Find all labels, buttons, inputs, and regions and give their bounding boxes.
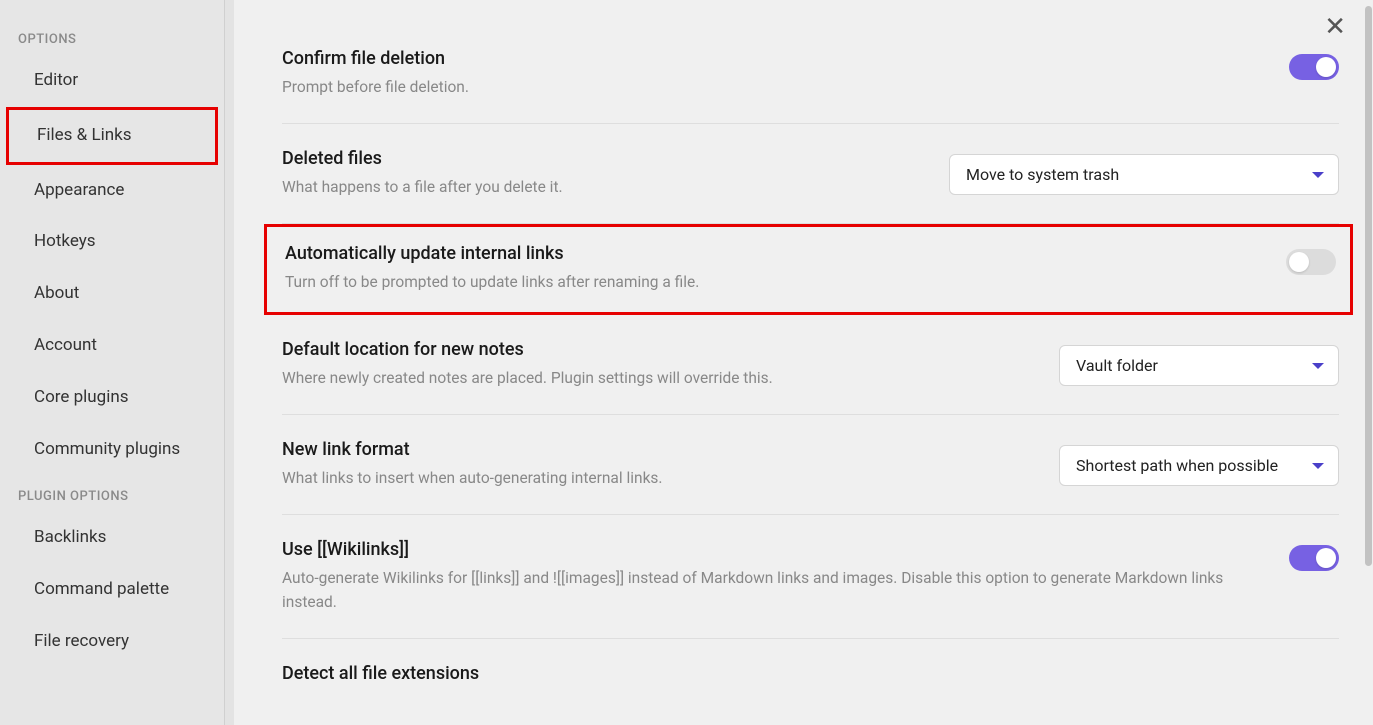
sidebar-item-backlinks[interactable]: Backlinks xyxy=(6,512,218,564)
setting-desc: Auto-generate Wikilinks for [[links]] an… xyxy=(282,566,1269,614)
setting-new-link-format: New link format What links to insert whe… xyxy=(282,415,1339,515)
sidebar-item-appearance[interactable]: Appearance xyxy=(6,165,218,217)
sidebar-section-options: OPTIONS xyxy=(0,18,224,55)
sidebar-item-file-recovery[interactable]: File recovery xyxy=(6,616,218,668)
setting-confirm-delete: Confirm file deletion Prompt before file… xyxy=(282,0,1339,124)
setting-title: Deleted files xyxy=(282,148,929,169)
dropdown-default-location[interactable]: Vault folder xyxy=(1059,345,1339,386)
sidebar-item-account[interactable]: Account xyxy=(6,320,218,372)
setting-title: Automatically update internal links xyxy=(285,243,1266,264)
chevron-down-icon xyxy=(1312,172,1324,178)
setting-desc: What happens to a file after you delete … xyxy=(282,175,929,199)
dropdown-new-link-format[interactable]: Shortest path when possible xyxy=(1059,445,1339,486)
sidebar-item-core-plugins[interactable]: Core plugins xyxy=(6,372,218,424)
sidebar-divider xyxy=(225,0,234,725)
setting-title: New link format xyxy=(282,439,1039,460)
toggle-auto-update-links[interactable] xyxy=(1286,249,1336,275)
setting-desc: Where newly created notes are placed. Pl… xyxy=(282,366,1039,390)
toggle-confirm-delete[interactable] xyxy=(1289,54,1339,80)
settings-content: ✕ Confirm file deletion Prompt before fi… xyxy=(234,0,1364,725)
sidebar-item-files-links[interactable]: Files & Links xyxy=(6,107,218,165)
setting-title: Use [[Wikilinks]] xyxy=(282,539,1269,560)
dropdown-value: Vault folder xyxy=(1076,356,1158,375)
close-icon[interactable]: ✕ xyxy=(1324,14,1346,40)
sidebar-item-hotkeys[interactable]: Hotkeys xyxy=(6,216,218,268)
sidebar-item-about[interactable]: About xyxy=(6,268,218,320)
toggle-use-wikilinks[interactable] xyxy=(1289,545,1339,571)
sidebar: OPTIONS Editor Files & Links Appearance … xyxy=(0,0,225,725)
setting-title: Confirm file deletion xyxy=(282,48,1269,69)
setting-desc: What links to insert when auto-generatin… xyxy=(282,466,1039,490)
sidebar-section-plugin-options: PLUGIN OPTIONS xyxy=(0,475,224,512)
setting-default-location: Default location for new notes Where new… xyxy=(282,315,1339,415)
sidebar-item-editor[interactable]: Editor xyxy=(6,55,218,107)
sidebar-item-community-plugins[interactable]: Community plugins xyxy=(6,424,218,476)
setting-desc: Prompt before file deletion. xyxy=(282,75,1269,99)
chevron-down-icon xyxy=(1312,363,1324,369)
setting-auto-update-links: Automatically update internal links Turn… xyxy=(264,224,1353,315)
scrollbar[interactable] xyxy=(1364,0,1373,725)
setting-deleted-files: Deleted files What happens to a file aft… xyxy=(282,124,1339,224)
dropdown-value: Move to system trash xyxy=(966,165,1119,184)
setting-desc: Turn off to be prompted to update links … xyxy=(285,270,1266,294)
setting-title: Default location for new notes xyxy=(282,339,1039,360)
setting-use-wikilinks: Use [[Wikilinks]] Auto-generate Wikilink… xyxy=(282,515,1339,639)
dropdown-deleted-files[interactable]: Move to system trash xyxy=(949,154,1339,195)
chevron-down-icon xyxy=(1312,463,1324,469)
sidebar-item-command-palette[interactable]: Command palette xyxy=(6,564,218,616)
setting-detect-extensions: Detect all file extensions xyxy=(282,639,1339,714)
dropdown-value: Shortest path when possible xyxy=(1076,456,1278,475)
setting-title: Detect all file extensions xyxy=(282,663,1339,684)
scrollbar-thumb[interactable] xyxy=(1365,6,1372,566)
